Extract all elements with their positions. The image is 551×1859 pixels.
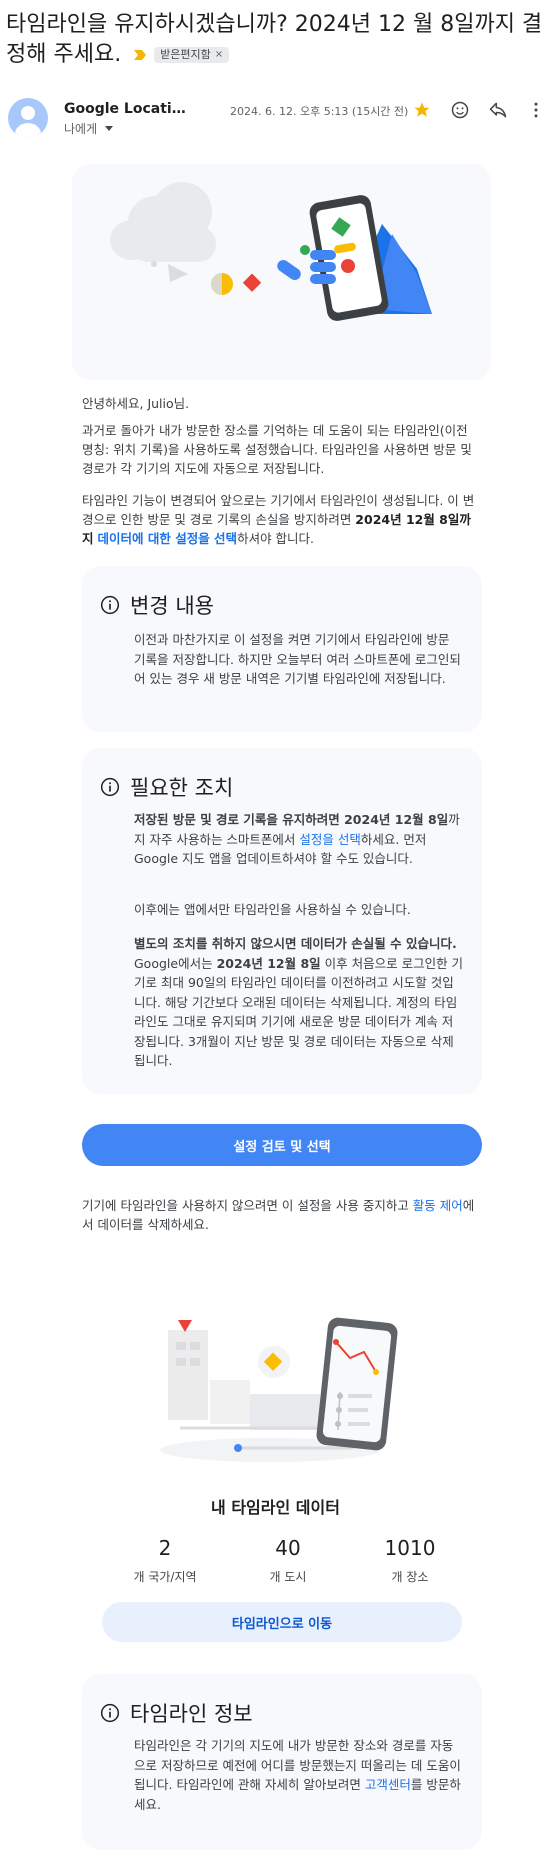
timeline-data-illustration	[150, 1300, 410, 1480]
recipient-details[interactable]: 나에게	[64, 120, 114, 137]
info-icon	[100, 777, 120, 797]
action-paragraph-1: 저장된 방문 및 경로 기록을 유지하려면 2024년 12월 8일까지 자주 …	[134, 812, 460, 866]
intro-paragraph: 과거로 돌아가 내가 방문한 장소를 기억하는 데 도움이 되는 타임라인(이전…	[82, 423, 472, 476]
action-paragraph-3: 별도의 조치를 취하지 않으시면 데이터가 손실될 수 있습니다. Google…	[134, 936, 464, 1068]
subject-labels: 받은편지함 ×	[134, 47, 230, 63]
recipient-label: 나에게	[64, 122, 98, 136]
stat-countries-label: 개 국가/지역	[133, 1570, 197, 1584]
action-paragraph-2: 이후에는 앱에서만 타임라인을 사용하실 수 있습니다.	[134, 902, 411, 917]
about-title-row: 타임라인 정보	[100, 1698, 253, 1728]
avatar[interactable]	[8, 98, 48, 138]
message-actions	[410, 98, 548, 122]
changes-title: 변경 내용	[130, 594, 214, 618]
help-center-link[interactable]: 고객센터	[365, 1777, 411, 1792]
my-timeline-data-title: 내 타임라인 데이터	[211, 1498, 340, 1517]
inbox-label-text: 받은편지함	[160, 48, 211, 61]
stat-places-value: 1010	[384, 1536, 436, 1560]
about-text: 타임라인은 각 기기의 지도에 내가 방문한 장소와 경로를 자동으로 저장하므…	[134, 1738, 461, 1812]
activity-controls-link[interactable]: 활동 제어	[413, 1198, 463, 1213]
chevron-down-icon[interactable]	[105, 126, 114, 131]
stat-places-label: 개 장소	[391, 1570, 429, 1584]
choose-data-settings-link[interactable]: 데이터에 대한 설정을 선택	[98, 531, 238, 546]
changes-title-row: 변경 내용	[100, 590, 214, 620]
stat-countries: 2 개 국가/지역	[95, 1534, 235, 1585]
go-to-timeline-button[interactable]: 타임라인으로 이동	[102, 1602, 462, 1642]
remove-label-icon[interactable]: ×	[215, 47, 223, 63]
email-subject: 타임라인을 유지하시겠습니까? 2024년 12 월 8일까지 결정해 주세요.…	[6, 10, 546, 70]
changes-text: 이전과 마찬가지로 이 설정을 켜면 기기에서 타임라인에 방문 기록을 저장합…	[134, 632, 461, 686]
info-icon	[100, 595, 120, 615]
email-date: 2024. 6. 12. 오후 5:13 (15시간 전)	[230, 105, 409, 118]
star-icon[interactable]	[410, 98, 434, 122]
action-title-row: 필요한 조치	[100, 772, 233, 802]
info-icon	[100, 1703, 120, 1723]
label-important-icon[interactable]	[134, 50, 147, 60]
activity-controls-note: 기기에 타임라인을 사용하지 않으려면 이 설정을 사용 중지하고 활동 제어에…	[82, 1198, 475, 1232]
stat-cities: 40 개 도시	[218, 1534, 358, 1585]
action-title: 필요한 조치	[130, 776, 234, 800]
about-title: 타임라인 정보	[130, 1702, 253, 1726]
more-vertical-icon[interactable]	[524, 98, 548, 122]
stat-countries-value: 2	[158, 1536, 172, 1560]
subject-text: 타임라인을 유지하시겠습니까? 2024년 12 월 8일까지 결정해 주세요.	[6, 12, 543, 67]
greeting: 안녕하세요, Julio님.	[82, 396, 190, 411]
sender-name[interactable]: Google Location History	[64, 101, 189, 117]
change-paragraph: 타임라인 기능이 변경되어 앞으로는 기기에서 타임라인이 생성됩니다. 이 변…	[82, 493, 475, 546]
action-required-card: 필요한 조치 저장된 방문 및 경로 기록을 유지하려면 2024년 12월 8…	[82, 748, 482, 1094]
inbox-label-chip[interactable]: 받은편지함 ×	[154, 47, 230, 63]
stat-cities-value: 40	[275, 1536, 301, 1560]
sender-row: Google Location History 2024. 6. 12. 오후 …	[8, 98, 548, 142]
review-settings-button[interactable]: 설정 검토 및 선택	[82, 1124, 482, 1166]
changes-card: 변경 내용 이전과 마찬가지로 이 설정을 켜면 기기에서 타임라인에 방문 기…	[82, 566, 482, 732]
emoji-reaction-icon[interactable]	[448, 98, 472, 122]
stat-cities-label: 개 도시	[269, 1570, 307, 1584]
about-timeline-card: 타임라인 정보 타임라인은 각 기기의 지도에 내가 방문한 장소와 경로를 자…	[82, 1674, 482, 1850]
stat-places: 1010 개 장소	[340, 1534, 480, 1585]
hero-illustration	[72, 164, 491, 380]
reply-icon[interactable]	[486, 98, 510, 122]
choose-settings-link[interactable]: 설정을 선택	[299, 832, 360, 847]
